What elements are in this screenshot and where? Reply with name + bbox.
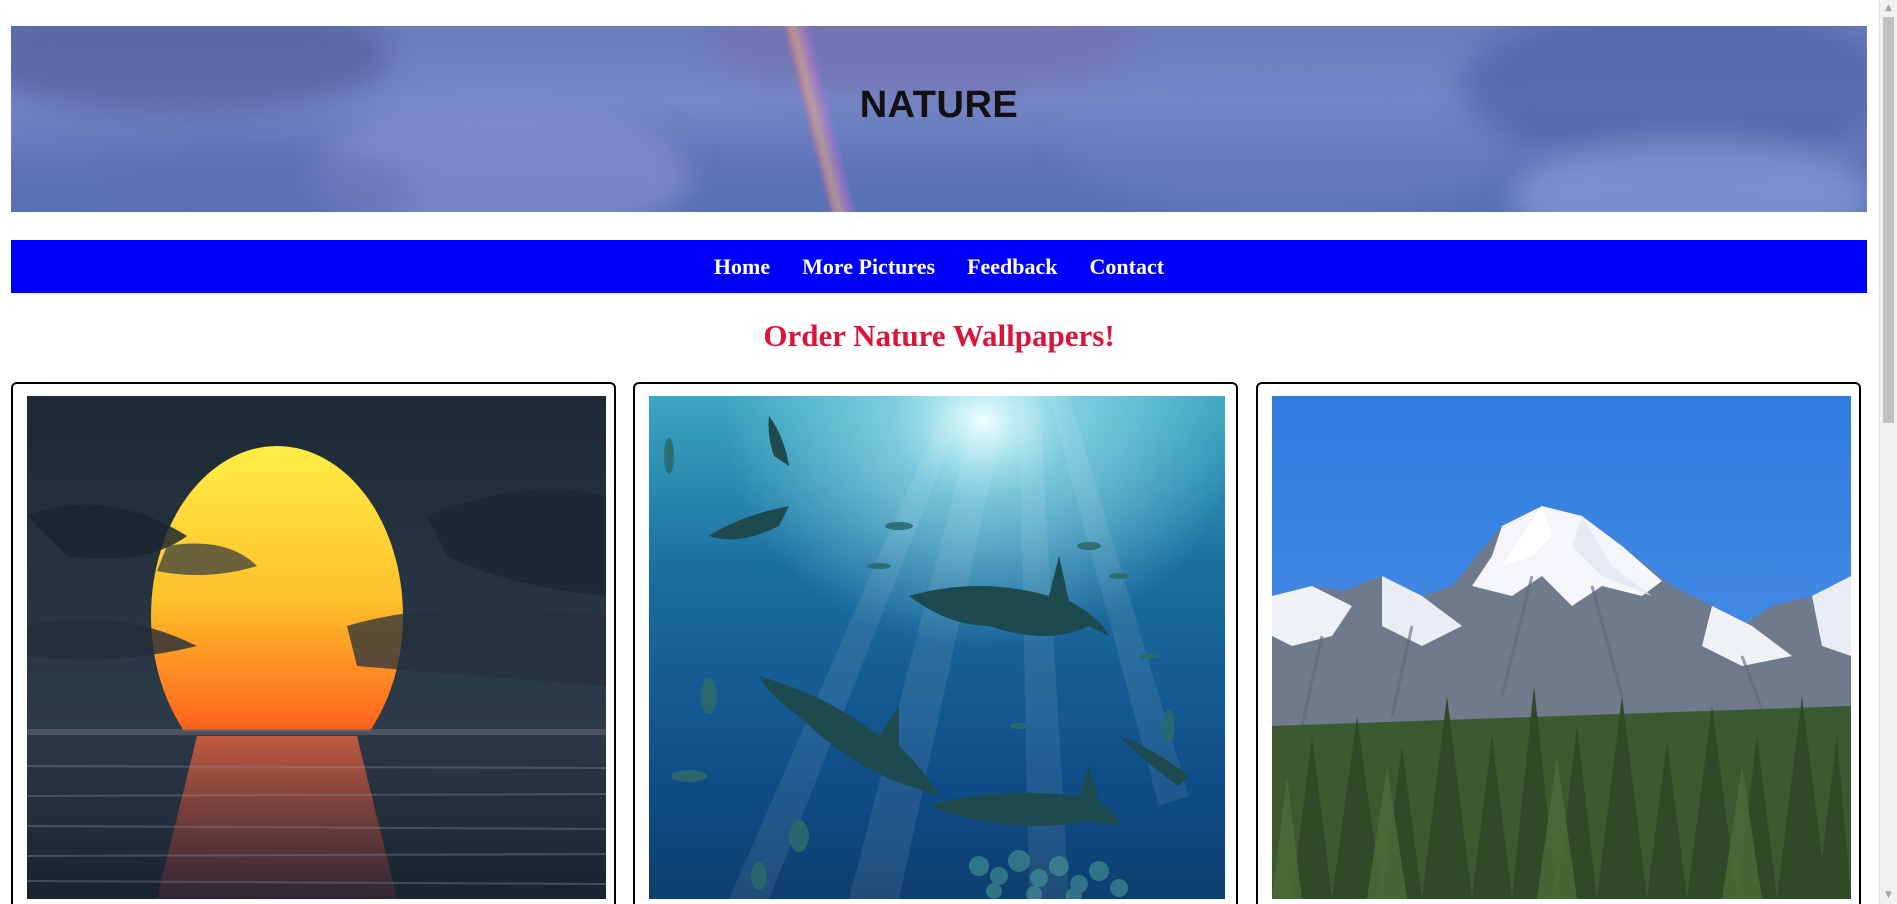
nav-link-contact[interactable]: Contact bbox=[1090, 254, 1165, 280]
wallpaper-card-sunset[interactable] bbox=[11, 382, 616, 904]
page-heading: Order Nature Wallpapers! bbox=[763, 318, 1115, 353]
sunset-image bbox=[27, 396, 606, 899]
nav-link-more-pictures[interactable]: More Pictures bbox=[802, 254, 935, 280]
header-banner: NATURE bbox=[11, 26, 1867, 212]
sharks-image bbox=[649, 396, 1225, 899]
scroll-down-arrow-icon[interactable]: ▼ bbox=[1880, 887, 1897, 904]
wallpaper-card-mountain[interactable] bbox=[1256, 382, 1861, 904]
nav-link-home[interactable]: Home bbox=[714, 254, 770, 280]
page: NATURE Home More Pictures Feedback Conta… bbox=[0, 0, 1880, 904]
page-scrollbar[interactable]: ▲ ▼ bbox=[1879, 0, 1897, 904]
mountain-image bbox=[1272, 396, 1851, 899]
scrollbar-thumb[interactable] bbox=[1883, 17, 1894, 423]
nav-link-feedback[interactable]: Feedback bbox=[967, 254, 1057, 280]
main-nav: Home More Pictures Feedback Contact bbox=[11, 240, 1867, 293]
wallpaper-card-sharks[interactable] bbox=[633, 382, 1238, 904]
scroll-up-arrow-icon[interactable]: ▲ bbox=[1880, 0, 1897, 17]
site-title: NATURE bbox=[859, 84, 1019, 126]
